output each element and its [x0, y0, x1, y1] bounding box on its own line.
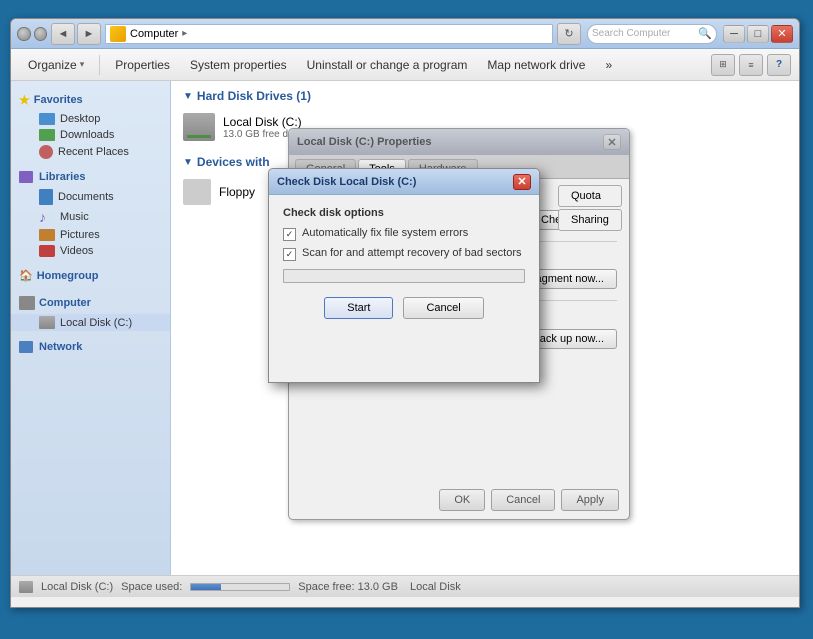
- organize-button[interactable]: Organize ▾: [19, 53, 93, 77]
- floppy-info: Floppy: [219, 185, 255, 199]
- sidebar-item-localdisk[interactable]: Local Disk (C:): [11, 314, 170, 331]
- sidebar-item-downloads[interactable]: Downloads: [11, 127, 170, 143]
- extra-tabs-area: Quota Sharing: [558, 185, 622, 231]
- minimize-button[interactable]: ─: [723, 25, 745, 43]
- search-icon: 🔍: [698, 27, 712, 40]
- props-bg-apply[interactable]: Apply: [561, 489, 619, 511]
- sidebar: ★ Favorites Desktop Downloads Recent Pla…: [11, 81, 171, 575]
- homegroup-icon: 🏠: [19, 269, 33, 282]
- sidebar-item-documents[interactable]: Documents: [11, 187, 170, 207]
- chkdisk-btn-row: Start Cancel: [283, 297, 525, 319]
- path-text: Computer: [130, 28, 178, 40]
- status-progress: [190, 583, 290, 591]
- chkdisk-close-button[interactable]: ✕: [513, 174, 531, 190]
- back-button[interactable]: ◄: [51, 23, 75, 45]
- sidebar-item-videos[interactable]: Videos: [11, 243, 170, 259]
- search-placeholder: Search Computer: [592, 28, 670, 39]
- search-box[interactable]: Search Computer 🔍: [587, 24, 717, 44]
- title-bar: ◄ ► Computer ▸ ↻ Search Computer 🔍 ─ □ ✕: [11, 19, 799, 49]
- properties-button[interactable]: Properties: [106, 53, 179, 77]
- chkdisk-dialog: Check Disk Local Disk (C:) ✕ Check disk …: [268, 168, 540, 383]
- libraries-section: Libraries Documents ♪ Music Pictures Vid…: [11, 167, 170, 259]
- help-button[interactable]: ?: [767, 54, 791, 76]
- computer-header[interactable]: Computer: [11, 292, 170, 314]
- status-bar: Local Disk (C:) Space used: Space free: …: [11, 575, 799, 597]
- sharing-tab[interactable]: Sharing: [558, 209, 622, 231]
- map-network-button[interactable]: Map network drive: [478, 53, 594, 77]
- chkdisk-option1: ✓ Automatically fix file system errors: [283, 227, 525, 241]
- status-progress-fill: [191, 584, 220, 590]
- status-disk-icon: [19, 581, 33, 593]
- chkdisk-title-bar: Check Disk Local Disk (C:) ✕: [269, 169, 539, 195]
- libraries-header: Libraries: [11, 167, 170, 187]
- network-section: Network: [11, 337, 170, 357]
- chkdisk-body: Check disk options ✓ Automatically fix f…: [269, 195, 539, 331]
- chkdisk-title-text: Check Disk Local Disk (C:): [277, 176, 513, 188]
- props-bg-title-bar: Local Disk (C:) Properties ✕: [289, 129, 629, 155]
- network-header[interactable]: Network: [11, 337, 170, 357]
- computer-icon: [19, 296, 35, 310]
- status-space-free: Space free: 13.0 GB: [298, 581, 398, 593]
- title-bar-icon: [17, 23, 47, 45]
- chkdisk-option2-label: Scan for and attempt recovery of bad sec…: [302, 247, 522, 259]
- props-bg-cancel[interactable]: Cancel: [491, 489, 555, 511]
- close-button[interactable]: ✕: [771, 25, 793, 43]
- props-bg-btn-area: OK Cancel Apply: [439, 489, 619, 511]
- localdisk-name: Local Disk (C:): [223, 115, 302, 129]
- toolbar: Organize ▾ Properties System properties …: [11, 49, 799, 81]
- network-icon: [19, 341, 33, 353]
- homegroup-header: 🏠 Homegroup: [11, 265, 170, 286]
- chkdisk-start-button[interactable]: Start: [324, 297, 393, 319]
- path-arrow: ▸: [182, 28, 187, 39]
- status-disk-type: Local Disk: [410, 581, 461, 593]
- maximize-button[interactable]: □: [747, 25, 769, 43]
- videos-icon: [39, 245, 55, 257]
- path-icon: [110, 26, 126, 42]
- chkdisk-checkbox2[interactable]: ✓: [283, 248, 296, 261]
- chkdisk-option1-label: Automatically fix file system errors: [302, 227, 468, 239]
- documents-icon: [39, 189, 53, 205]
- organize-chevron: ▾: [80, 59, 85, 70]
- address-bar[interactable]: Computer ▸: [105, 24, 553, 44]
- downloads-icon: [39, 129, 55, 141]
- music-icon: ♪: [39, 209, 55, 225]
- forward-button[interactable]: ►: [77, 23, 101, 45]
- chkdisk-progress-bar: [283, 269, 525, 283]
- toolbar-separator-1: [99, 55, 100, 75]
- desktop-icon: [39, 113, 55, 125]
- chkdisk-checkbox1[interactable]: ✓: [283, 228, 296, 241]
- refresh-button[interactable]: ↻: [557, 23, 581, 45]
- circle-left: [17, 27, 31, 41]
- star-icon: ★: [19, 93, 30, 107]
- props-bg-close: ✕: [603, 134, 621, 150]
- sidebar-item-music[interactable]: ♪ Music: [11, 207, 170, 227]
- view-details-button[interactable]: ⊞: [711, 54, 735, 76]
- sidebar-item-desktop[interactable]: Desktop: [11, 111, 170, 127]
- favorites-section: ★ Favorites Desktop Downloads Recent Pla…: [11, 89, 170, 161]
- circle-right: [34, 27, 48, 41]
- uninstall-button[interactable]: Uninstall or change a program: [298, 53, 477, 77]
- system-properties-button[interactable]: System properties: [181, 53, 296, 77]
- status-disk-label: Local Disk (C:): [41, 581, 113, 593]
- favorites-header: ★ Favorites: [11, 89, 170, 111]
- localdisk-drive-icon: [183, 113, 215, 141]
- sidebar-item-recent[interactable]: Recent Places: [11, 143, 170, 161]
- pictures-icon: [39, 229, 55, 241]
- hard-disk-header: Hard Disk Drives (1): [183, 89, 787, 103]
- chkdisk-option2: ✓ Scan for and attempt recovery of bad s…: [283, 247, 525, 261]
- view-toggle-button[interactable]: ≡: [739, 54, 763, 76]
- quota-tab[interactable]: Quota: [558, 185, 622, 207]
- chkdisk-cancel-button[interactable]: Cancel: [403, 297, 483, 319]
- sidebar-item-pictures[interactable]: Pictures: [11, 227, 170, 243]
- homegroup-section: 🏠 Homegroup: [11, 265, 170, 286]
- floppy-icon: [183, 179, 211, 205]
- status-space-used: Space used:: [121, 581, 182, 593]
- more-button[interactable]: »: [596, 53, 621, 77]
- chkdisk-section-label: Check disk options: [283, 207, 525, 219]
- localdisk-icon: [39, 316, 55, 329]
- libraries-icon: [19, 171, 33, 183]
- props-bg-ok[interactable]: OK: [439, 489, 485, 511]
- recent-icon: [39, 145, 53, 159]
- computer-section: Computer Local Disk (C:): [11, 292, 170, 331]
